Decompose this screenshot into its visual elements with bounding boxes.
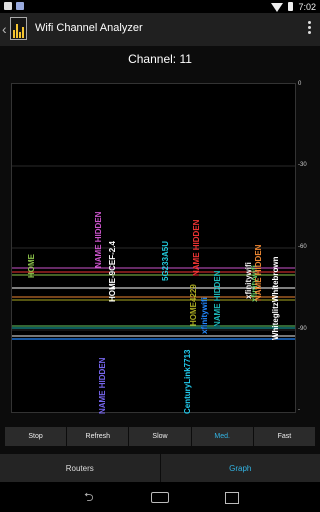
wifi-signal-icon	[271, 3, 284, 12]
stop-button[interactable]: Stop	[5, 427, 67, 446]
network-label: HOME4229	[189, 284, 198, 326]
back-icon[interactable]: ⮌	[84, 491, 94, 503]
network-label: NAME HIDDEN	[98, 357, 107, 414]
network-label: WhiteglitzWhitebrown	[271, 256, 280, 340]
medium-speed-button[interactable]: Med.	[191, 427, 253, 446]
recent-apps-icon[interactable]	[225, 492, 239, 504]
graph-lines	[12, 165, 295, 340]
network-label: HOME-9CEF-2.4	[108, 241, 117, 302]
app-logo[interactable]	[10, 17, 27, 40]
slow-speed-button[interactable]: Slow	[129, 427, 191, 446]
overflow-menu-icon[interactable]	[308, 21, 312, 34]
tab-routers[interactable]: Routers	[0, 454, 160, 482]
network-label: xfinitywifi	[200, 297, 209, 334]
network-label: CenturyLink7713	[183, 349, 192, 414]
y-axis-label: -30	[298, 162, 307, 168]
channel-heading: Channel: 11	[128, 52, 192, 66]
notification-icon	[16, 2, 24, 10]
tab-graph[interactable]: Graph	[160, 454, 320, 482]
status-time: 7:02	[298, 1, 316, 12]
app-title: Wifi Channel Analyzer	[35, 22, 143, 34]
fast-speed-button[interactable]: Fast	[253, 427, 316, 446]
refresh-button[interactable]: Refresh	[67, 427, 129, 446]
notification-icon	[4, 2, 12, 10]
network-label: NAME HIDDEN	[213, 270, 222, 327]
y-axis-label: -	[298, 407, 300, 413]
scan-controls: Stop Refresh Slow Med. Fast	[5, 427, 316, 446]
y-axis-label: 0	[298, 81, 302, 87]
view-tabs: Routers Graph	[0, 454, 320, 482]
network-label: 5G233A5U	[161, 240, 170, 281]
action-bar: ‹ Wifi Channel Analyzer	[0, 13, 320, 46]
status-bar: 7:02	[0, 0, 320, 13]
system-nav-bar: ⮌	[0, 482, 320, 512]
network-label: NAME HIDDEN	[94, 211, 103, 268]
network-label: NAME HIDDEN	[254, 244, 263, 301]
y-axis-label: -90	[298, 326, 307, 332]
network-label: NAME HIDDEN	[192, 219, 201, 276]
y-axis-label: -60	[298, 244, 307, 250]
signal-graph: HOME NAME HIDDEN HOME-9CEF-2.4 5G233A5U …	[11, 83, 296, 414]
battery-icon	[288, 2, 294, 11]
home-icon[interactable]	[151, 492, 169, 503]
back-chevron-icon[interactable]: ‹	[2, 21, 7, 37]
network-label: HOME	[27, 254, 36, 278]
